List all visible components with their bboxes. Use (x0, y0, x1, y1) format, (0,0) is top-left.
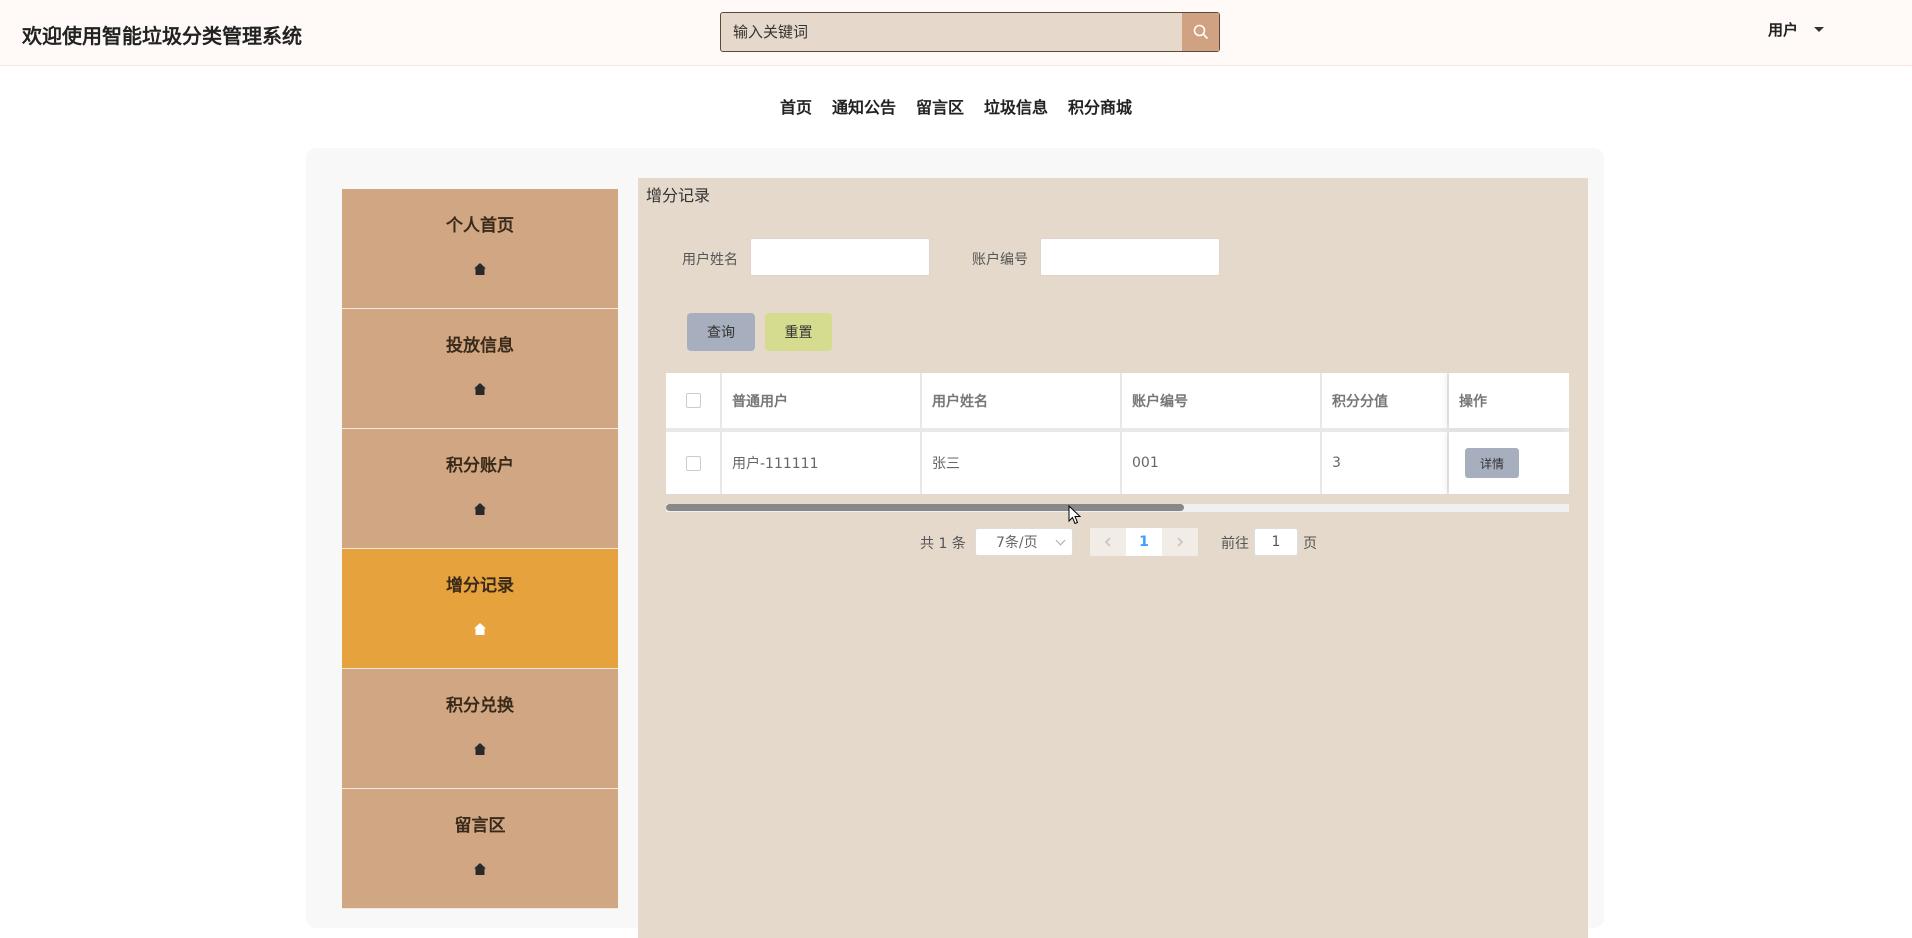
main-nav: 首页 通知公告 留言区 垃圾信息 积分商城 (0, 94, 1912, 118)
records-table: 普通用户 用户姓名 账户编号 积分分值 操作 用户-111111 张三 001 … (666, 373, 1569, 494)
header-checkbox-cell (666, 373, 722, 428)
user-name-label: 用户姓名 (682, 252, 738, 268)
query-button[interactable]: 查询 (687, 313, 755, 351)
column-header: 用户姓名 (922, 373, 1122, 428)
cell-account: 001 (1122, 432, 1322, 494)
sidebar-item-label: 增分记录 (446, 576, 514, 596)
sidebar-item-messages[interactable]: 留言区 (342, 789, 618, 909)
search-icon (1193, 24, 1208, 40)
table-row: 用户-111111 张三 001 3 详情 (666, 432, 1569, 494)
sidebar-item-points-account[interactable]: 积分账户 (342, 429, 618, 549)
nav-item-home[interactable]: 首页 (780, 94, 812, 118)
page-unit-label: 页 (1303, 536, 1317, 552)
nav-item-points-mall[interactable]: 积分商城 (1068, 94, 1132, 118)
pagination-total: 共 1 条 (920, 536, 966, 552)
user-label: 用户 (1768, 21, 1799, 39)
column-header: 操作 (1449, 373, 1569, 428)
nav-item-garbage-info[interactable]: 垃圾信息 (984, 94, 1048, 118)
user-name-input[interactable] (750, 238, 930, 276)
next-page-button[interactable] (1162, 528, 1198, 556)
search-input[interactable] (721, 13, 1181, 51)
sidebar-item-label: 积分账户 (446, 456, 514, 476)
home-icon (474, 623, 486, 635)
cell-user: 用户-111111 (722, 432, 922, 494)
sidebar-item-points-exchange[interactable]: 积分兑换 (342, 669, 618, 789)
page-title: 增分记录 (646, 186, 711, 205)
sidebar-item-label: 个人首页 (446, 216, 514, 236)
nav-item-notices[interactable]: 通知公告 (832, 94, 896, 118)
search-box (720, 12, 1220, 52)
select-all-checkbox[interactable] (685, 393, 701, 408)
sidebar-item-disposal-info[interactable]: 投放信息 (342, 309, 618, 429)
top-bar: 欢迎使用智能垃圾分类管理系统 用户 (0, 0, 1912, 66)
sidebar-item-profile-home[interactable]: 个人首页 (342, 189, 618, 309)
content-panel: 增分记录 用户姓名 账户编号 查询 重置 普通用户 用户姓名 账户编号 积分分值… (638, 178, 1588, 938)
sidebar-item-label: 投放信息 (446, 336, 514, 356)
table-header-row: 普通用户 用户姓名 账户编号 积分分值 操作 (666, 373, 1569, 432)
goto-page-input[interactable]: 1 (1254, 528, 1298, 556)
horizontal-scrollbar-thumb[interactable] (666, 504, 1184, 511)
user-menu[interactable]: 用户 (1768, 19, 1825, 40)
sidebar: 个人首页 投放信息 积分账户 增分记录 积分兑换 留言区 (342, 189, 618, 909)
goto-label: 前往 (1221, 536, 1249, 552)
cell-name: 张三 (922, 432, 1122, 494)
cell-action: 详情 (1449, 432, 1569, 494)
cell-points: 3 (1322, 432, 1449, 494)
page-size-select[interactable]: 7条/页 (975, 528, 1073, 556)
mouse-cursor-icon (1068, 505, 1082, 525)
account-number-input[interactable] (1040, 238, 1220, 276)
chevron-down-icon (1055, 535, 1066, 546)
site-title: 欢迎使用智能垃圾分类管理系统 (22, 24, 302, 48)
reset-button[interactable]: 重置 (765, 313, 832, 351)
caret-down-icon (1814, 27, 1825, 32)
sidebar-item-label: 留言区 (454, 816, 506, 836)
column-header: 普通用户 (722, 373, 922, 428)
column-header: 账户编号 (1122, 373, 1322, 428)
account-number-label: 账户编号 (972, 252, 1028, 268)
sidebar-item-points-records[interactable]: 增分记录 (342, 549, 618, 669)
page-number-current[interactable]: 1 (1126, 528, 1162, 556)
page-size-value: 7条/页 (996, 535, 1038, 551)
column-header: 积分分值 (1322, 373, 1449, 428)
home-icon (474, 263, 486, 275)
chevron-left-icon (1104, 537, 1111, 547)
home-icon (474, 383, 486, 395)
home-icon (474, 863, 486, 875)
nav-item-messages[interactable]: 留言区 (916, 94, 964, 118)
search-button[interactable] (1182, 13, 1219, 51)
row-checkbox-cell (666, 432, 722, 494)
sidebar-item-label: 积分兑换 (446, 696, 514, 716)
chevron-right-icon (1177, 537, 1184, 547)
home-icon (474, 503, 486, 515)
row-checkbox[interactable] (685, 455, 701, 471)
detail-button[interactable]: 详情 (1465, 448, 1519, 478)
home-icon (474, 743, 486, 755)
prev-page-button[interactable] (1090, 528, 1126, 556)
